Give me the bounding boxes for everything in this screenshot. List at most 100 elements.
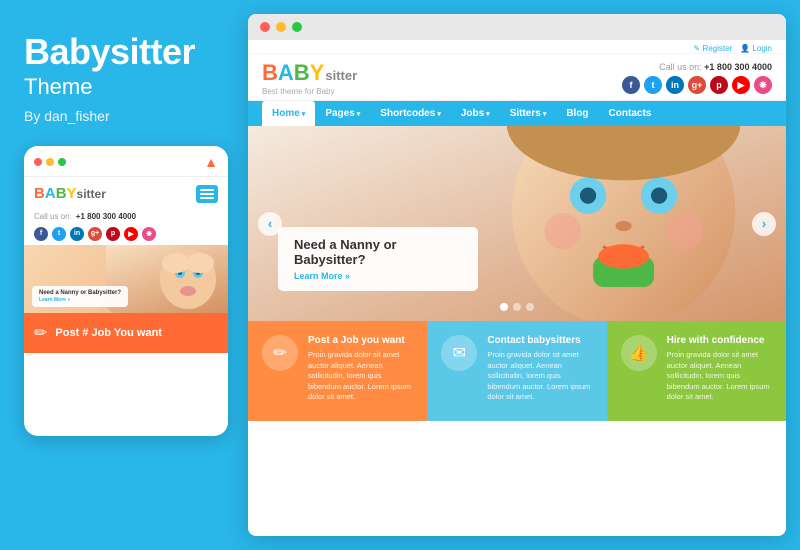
site-dn[interactable]: ❋ [754, 76, 772, 94]
mobile-hero-heading: Need a Nanny or Babysitter? [39, 290, 121, 296]
logo-letter-a: A [45, 185, 56, 202]
mobile-top-bar: ▲ [24, 146, 228, 177]
browser-content: ✎ Register 👤 Login BABYsitter Best theme… [248, 40, 786, 536]
mobile-hero-link[interactable]: Learn More » [39, 297, 70, 303]
browser-window: ✎ Register 👤 Login BABYsitter Best theme… [248, 14, 786, 536]
social-gp[interactable]: g+ [88, 227, 102, 241]
mobile-dot-red [34, 158, 42, 166]
nav-pages-arrow: ▾ [357, 110, 361, 118]
mobile-call-number: +1 800 300 4000 [76, 212, 136, 221]
nav-jobs-arrow: ▾ [486, 110, 490, 118]
hero-learn-more[interactable]: Learn More » [294, 271, 462, 281]
mobile-hamburger[interactable] [196, 185, 218, 203]
browser-dot-red [260, 22, 270, 32]
hero-dot-3[interactable] [526, 303, 534, 311]
nav-pages[interactable]: Pages ▾ [315, 101, 370, 126]
social-yt[interactable]: ▶ [124, 227, 138, 241]
site-call-label: Call us on: [659, 62, 702, 72]
thumbsup-card-icon: 👍 [629, 343, 649, 363]
card-contact-icon-wrap: ✉ [441, 335, 477, 371]
site-logo-sitter: sitter [325, 68, 357, 83]
hero-next-button[interactable]: › [752, 212, 776, 236]
mobile-dot-yellow [46, 158, 54, 166]
nav-sitters-arrow: ▾ [543, 110, 547, 118]
site-call: Call us on: +1 800 300 4000 [659, 62, 772, 72]
card-hire-icon-wrap: 👍 [621, 335, 657, 371]
site-tw[interactable]: t [644, 76, 662, 94]
nav-jobs[interactable]: Jobs ▾ [451, 101, 500, 126]
social-pi[interactable]: p [106, 227, 120, 241]
nav-home-arrow: ▾ [302, 110, 306, 118]
ham-line-3 [200, 197, 214, 199]
nav-contacts[interactable]: Contacts [599, 101, 662, 126]
register-link[interactable]: ✎ Register [694, 44, 733, 53]
brand-author: By dan_fisher [24, 108, 224, 124]
header-top-row: ✎ Register 👤 Login [248, 40, 786, 54]
brand-title: Babysitter [24, 32, 224, 72]
post-bar-text: Post # Job You want [55, 327, 162, 339]
pencil-icon: ✏ [34, 323, 47, 343]
left-panel: Babysitter Theme By dan_fisher ▲ BABYsit… [0, 0, 248, 550]
logo-sitter: sitter [77, 187, 106, 201]
site-yt[interactable]: ▶ [732, 76, 750, 94]
nav-shortcodes[interactable]: Shortcodes ▾ [370, 101, 451, 126]
card-hire: 👍 Hire with confidence Proin gravida dol… [607, 321, 786, 421]
card-contact-title: Contact babysitters [487, 335, 592, 346]
mobile-logo-bar: BABYsitter [24, 177, 228, 209]
auth-links: ✎ Register 👤 Login [694, 44, 772, 53]
nav-home[interactable]: Home ▾ [262, 101, 315, 126]
site-logo: BABYsitter [262, 60, 357, 86]
nav-blog[interactable]: Blog [556, 101, 598, 126]
site-in[interactable]: in [666, 76, 684, 94]
email-card-icon: ✉ [453, 343, 466, 363]
mobile-social-row: f t in g+ p ▶ ❋ [24, 224, 228, 245]
hero-dot-1[interactable] [500, 303, 508, 311]
site-gp[interactable]: g+ [688, 76, 706, 94]
social-fb[interactable]: f [34, 227, 48, 241]
ham-line-1 [200, 189, 214, 191]
mobile-dot-green [58, 158, 66, 166]
logo-letter-b: B [34, 185, 45, 202]
social-tw[interactable]: t [52, 227, 66, 241]
site-nav: Home ▾ Pages ▾ Shortcodes ▾ Jobs ▾ Sitte… [248, 101, 786, 126]
browser-titlebar [248, 14, 786, 40]
mobile-hero-text-box: Need a Nanny or Babysitter? Learn More » [32, 286, 128, 307]
social-dn[interactable]: ❋ [142, 227, 156, 241]
card-hire-title: Hire with confidence [667, 335, 772, 346]
hero-heading: Need a Nanny or Babysitter? [294, 237, 462, 267]
card-hire-body: Hire with confidence Proin gravida dolor… [667, 335, 772, 403]
site-header: BABYsitter Best theme for Baby Call us o… [248, 54, 786, 101]
card-contact-body: Contact babysitters Proin gravida dolor … [487, 335, 592, 403]
alert-icon: ▲ [204, 154, 218, 170]
mobile-mockup: ▲ BABYsitter Call us on: +1 800 300 4000… [24, 146, 228, 436]
mobile-post-bar[interactable]: ✏ Post # Job You want [24, 313, 228, 353]
mobile-dots [34, 158, 66, 166]
site-logo-b: B [262, 60, 278, 86]
site-fb[interactable]: f [622, 76, 640, 94]
pencil-card-icon: ✏ [273, 343, 286, 363]
login-link[interactable]: 👤 Login [740, 44, 772, 53]
site-logo-a: A [278, 60, 294, 86]
logo-letter-y: Y [67, 185, 77, 202]
brand-subtitle: Theme [24, 74, 224, 100]
browser-dot-green [292, 22, 302, 32]
card-post-body: Post a Job you want Proin gravida dolor … [308, 335, 413, 403]
site-pi[interactable]: p [710, 76, 728, 94]
logo-letter-b2: B [56, 185, 67, 202]
card-hire-text: Proin gravida dolor sit amet auctor aliq… [667, 350, 772, 403]
site-header-right: Call us on: +1 800 300 4000 f t in g+ p … [622, 62, 772, 94]
browser-dot-yellow [276, 22, 286, 32]
card-post-job: ✏ Post a Job you want Proin gravida dolo… [248, 321, 427, 421]
hero-text-box: Need a Nanny or Babysitter? Learn More » [278, 227, 478, 291]
ham-line-2 [200, 193, 214, 195]
hero-dots [500, 303, 534, 311]
nav-sitters[interactable]: Sitters ▾ [500, 101, 557, 126]
card-post-icon-wrap: ✏ [262, 335, 298, 371]
hero-dot-2[interactable] [513, 303, 521, 311]
mobile-hero: Need a Nanny or Babysitter? Learn More » [24, 245, 228, 313]
mobile-logo: BABYsitter [34, 185, 106, 202]
nav-shortcodes-arrow: ▾ [437, 110, 441, 118]
mobile-call-label: Call us on: [34, 212, 72, 221]
social-in[interactable]: in [70, 227, 84, 241]
site-logo-b2: B [294, 60, 310, 86]
